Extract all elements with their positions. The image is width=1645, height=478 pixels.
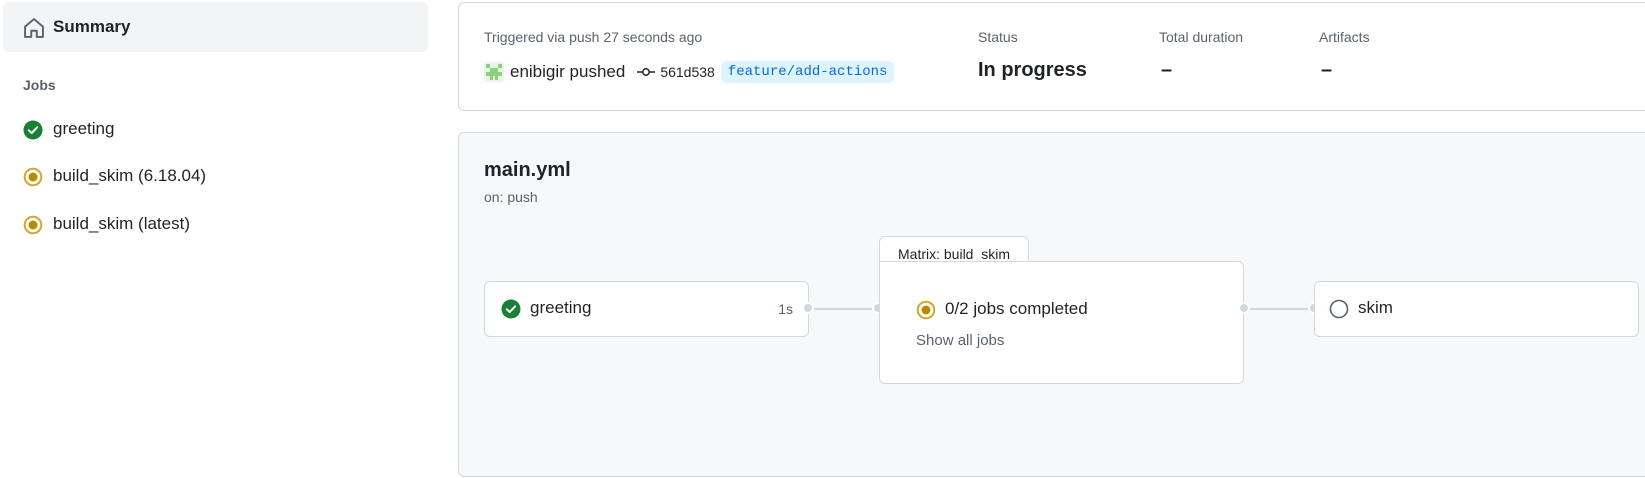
- artifacts-label: Artifacts: [1319, 29, 1370, 45]
- total-duration-label: Total duration: [1159, 29, 1244, 45]
- job-node-label: greeting: [530, 298, 592, 317]
- graph-connector: [809, 308, 879, 310]
- artifacts-value: –: [1321, 59, 1333, 81]
- job-duration: 1s: [778, 301, 793, 317]
- sidebar-item-label: Summary: [53, 17, 131, 36]
- git-commit-icon: [637, 68, 656, 76]
- status-label: Status: [978, 29, 1018, 45]
- check-circle-icon: [23, 120, 43, 140]
- actor-name[interactable]: enibigir pushed: [510, 62, 625, 82]
- total-duration-value: –: [1161, 59, 1173, 81]
- workflow-graph-panel: main.yml on: push greeting 1s Matrix: bu…: [458, 132, 1645, 477]
- branch-badge[interactable]: feature/add-actions: [720, 61, 895, 83]
- dot-fill-icon: [916, 300, 936, 320]
- circle-outline-icon: [1329, 299, 1349, 319]
- sidebar-job-build-skim-6-18-04[interactable]: build_skim (6.18.04): [0, 157, 430, 195]
- job-node-matrix-build-skim[interactable]: 0/2 jobs completed Show all jobs: [879, 261, 1244, 384]
- job-node-greeting[interactable]: greeting 1s: [484, 281, 809, 337]
- avatar[interactable]: [484, 62, 504, 82]
- workflow-file-name[interactable]: main.yml: [484, 159, 571, 182]
- home-icon: [24, 18, 44, 38]
- sidebar-item-summary[interactable]: Summary: [3, 2, 428, 52]
- job-label: greeting: [53, 119, 115, 138]
- run-summary-card: Triggered via push 27 seconds ago enibig…: [458, 2, 1645, 111]
- check-circle-icon: [501, 299, 521, 319]
- connector-dot: [1238, 302, 1250, 314]
- commit-sha-link[interactable]: 561d538: [660, 64, 715, 80]
- job-node-label: skim: [1358, 298, 1393, 317]
- actor-row: enibigir pushed 561d538 feature/add-acti…: [484, 59, 895, 85]
- status-value: In progress: [978, 59, 1087, 81]
- job-node-skim[interactable]: skim: [1314, 281, 1639, 337]
- sidebar-job-greeting[interactable]: greeting: [0, 110, 430, 148]
- workflow-trigger: on: push: [484, 189, 538, 205]
- graph-connector: [1244, 308, 1314, 310]
- job-label: build_skim (latest): [53, 214, 190, 233]
- jobs-heading: Jobs: [23, 77, 56, 93]
- dot-fill-icon: [23, 215, 43, 235]
- show-all-jobs-button[interactable]: Show all jobs: [916, 332, 1004, 349]
- connector-dot: [802, 302, 814, 314]
- dot-fill-icon: [23, 167, 43, 187]
- sidebar-job-build-skim-latest[interactable]: build_skim (latest): [0, 205, 430, 243]
- job-label: build_skim (6.18.04): [53, 166, 207, 185]
- trigger-text: Triggered via push 27 seconds ago: [484, 29, 703, 45]
- matrix-progress-text: 0/2 jobs completed: [945, 299, 1088, 318]
